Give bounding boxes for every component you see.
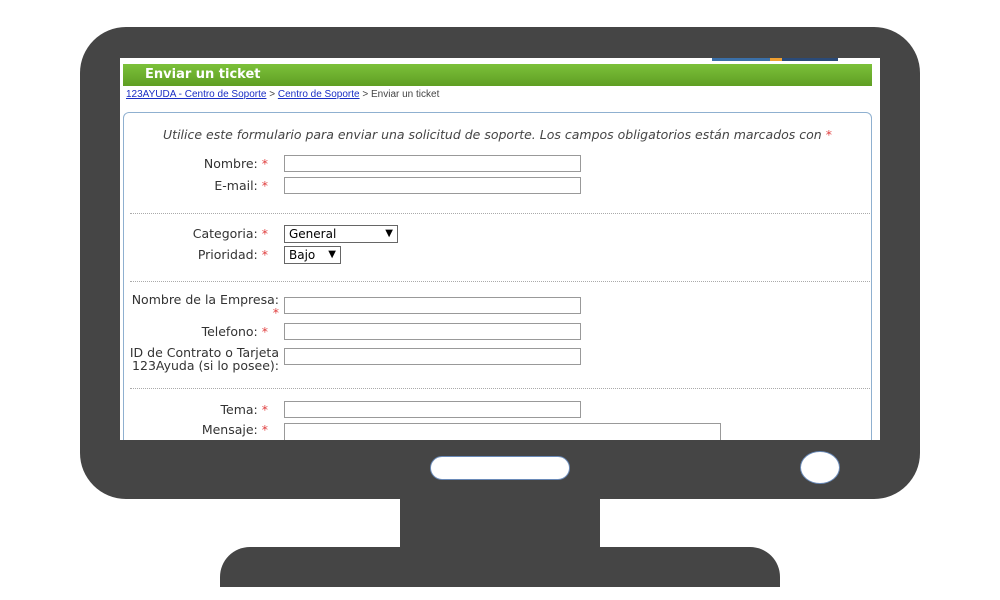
breadcrumb-current: Enviar un ticket: [370, 89, 440, 100]
message-label: Mensaje: *: [201, 422, 268, 437]
email-input[interactable]: [284, 177, 581, 194]
chevron-down-icon: ▼: [328, 249, 336, 260]
name-label: Nombre: *: [203, 156, 268, 171]
monitor-power-button: [800, 451, 840, 484]
divider: [130, 281, 870, 282]
breadcrumb-link-home[interactable]: 123AYUDA - Centro de Soporte: [126, 89, 266, 100]
priority-label: Prioridad: *: [197, 247, 268, 262]
phone-input[interactable]: [284, 323, 581, 340]
company-input[interactable]: [284, 297, 581, 314]
category-select[interactable]: General ▼: [284, 225, 398, 243]
message-textarea[interactable]: [284, 423, 721, 440]
category-label: Categoria: *: [192, 226, 268, 241]
phone-label: Telefono: *: [201, 324, 268, 339]
divider: [130, 213, 870, 214]
screen: Enviar un ticket 123AYUDA - Centro de So…: [120, 58, 880, 440]
breadcrumb-separator: >: [266, 89, 278, 100]
email-label: E-mail: *: [214, 178, 268, 193]
name-input[interactable]: [284, 155, 581, 172]
page-title: Enviar un ticket: [123, 64, 872, 86]
breadcrumb-separator: >: [359, 89, 371, 100]
top-tabs: [712, 58, 842, 61]
breadcrumb-link-support[interactable]: Centro de Soporte: [278, 89, 360, 100]
monitor-stand-base: [220, 547, 780, 587]
monitor-slot: [430, 456, 570, 480]
breadcrumb: 123AYUDA - Centro de Soporte > Centro de…: [126, 89, 439, 100]
monitor-stand-neck: [400, 497, 600, 551]
priority-select[interactable]: Bajo ▼: [284, 246, 341, 264]
contract-id-input[interactable]: [284, 348, 581, 365]
form-intro: Utilice este formulario para enviar una …: [163, 127, 832, 142]
company-label: Nombre de la Empresa: *: [131, 292, 279, 320]
divider: [130, 388, 870, 389]
contract-label: ID de Contrato o Tarjeta 123Ayuda (si lo …: [129, 345, 279, 373]
required-mark: *: [825, 127, 832, 142]
ticket-form: Utilice este formulario para enviar una …: [123, 112, 872, 440]
chevron-down-icon: ▼: [385, 228, 393, 239]
subject-input[interactable]: [284, 401, 581, 418]
subject-label: Tema: *: [220, 402, 268, 417]
